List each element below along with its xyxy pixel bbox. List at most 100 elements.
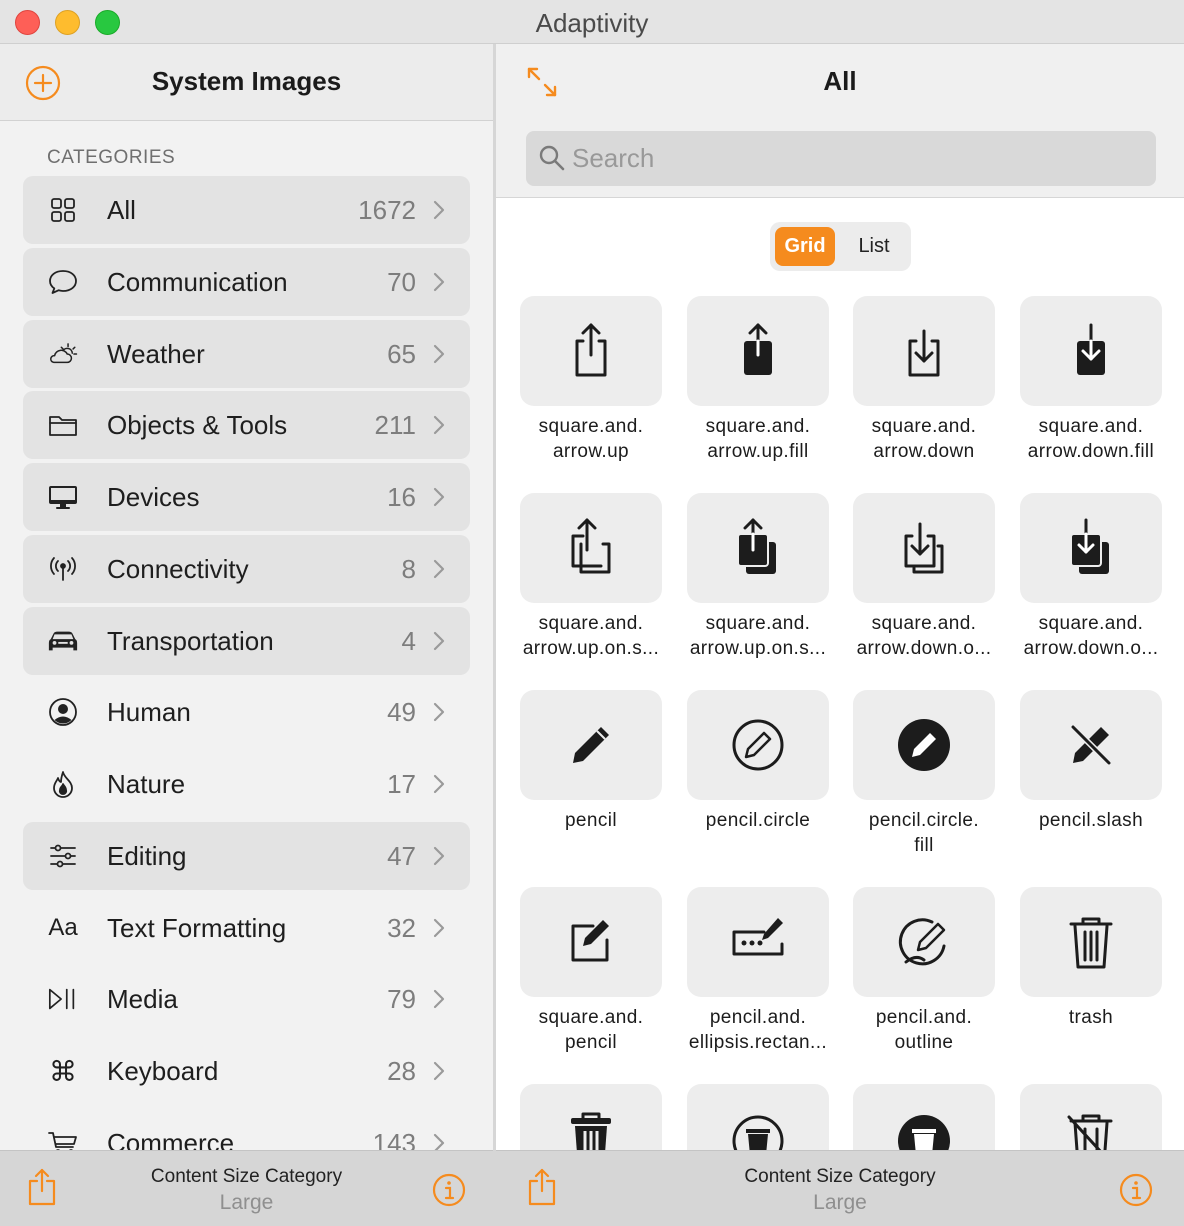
category-row[interactable]: Nature 17 bbox=[23, 750, 470, 818]
symbol-tile[interactable] bbox=[687, 690, 829, 800]
symbol-label: pencil bbox=[564, 810, 618, 831]
symbol-tile[interactable] bbox=[853, 296, 995, 406]
category-label: Text Formatting bbox=[107, 912, 287, 943]
symbol-cell[interactable]: pencil.slash bbox=[1020, 690, 1162, 833]
symbol-tile[interactable] bbox=[1020, 493, 1162, 603]
info-icon[interactable] bbox=[1119, 1173, 1153, 1207]
chevron-right-icon bbox=[433, 200, 445, 220]
category-row[interactable]: Devices 16 bbox=[23, 463, 470, 531]
symbol-cell[interactable]: trash bbox=[1020, 887, 1162, 1030]
symbol-cell[interactable]: square.and. arrow.up.on.s... bbox=[520, 493, 662, 661]
desktop-icon bbox=[47, 483, 79, 511]
symbol-cell[interactable]: pencil bbox=[520, 690, 662, 833]
chevron-right-icon bbox=[433, 344, 445, 363]
category-label: Objects & Tools bbox=[107, 410, 288, 441]
search-input[interactable] bbox=[572, 131, 1142, 186]
category-row[interactable]: Weather 65 bbox=[23, 319, 470, 388]
symbol-tile[interactable] bbox=[687, 887, 829, 997]
symbol-cell[interactable]: square.and. arrow.down.fill bbox=[1020, 296, 1162, 464]
square-arrow-down-on-square-icon bbox=[904, 522, 944, 574]
symbol-tile[interactable] bbox=[520, 887, 662, 997]
view-mode-segmented-control: Grid List bbox=[770, 222, 911, 271]
chevron-right-icon bbox=[433, 990, 445, 1009]
trash-slash-icon bbox=[1067, 1114, 1113, 1150]
category-row[interactable]: Editing 47 bbox=[23, 821, 470, 890]
symbol-cell[interactable]: square.and. arrow.up.fill bbox=[687, 296, 829, 464]
symbol-tile[interactable] bbox=[853, 493, 995, 603]
symbol-tile[interactable] bbox=[687, 1084, 829, 1150]
symbol-tile[interactable] bbox=[687, 296, 829, 406]
sidebar-footer: Content Size Category Large bbox=[0, 1150, 493, 1226]
symbol-cell[interactable]: pencil.and. ellipsis.rectan... bbox=[687, 887, 829, 1055]
pencil-ellipsis-rectangle-icon bbox=[732, 918, 784, 956]
symbol-tile[interactable] bbox=[1020, 1084, 1162, 1150]
category-row[interactable]: Objects & Tools 211 bbox=[23, 391, 470, 460]
message-bubble-icon bbox=[47, 268, 79, 296]
search-field[interactable] bbox=[526, 131, 1156, 186]
footer-title: Content Size Category bbox=[744, 1166, 936, 1187]
pencil-circle-fill-icon bbox=[898, 719, 950, 771]
square-arrow-up-on-square-fill-icon bbox=[737, 518, 776, 574]
symbol-tile[interactable] bbox=[1020, 887, 1162, 997]
symbol-cell[interactable]: square.and. arrow.down bbox=[853, 296, 995, 464]
play-pause-icon bbox=[47, 985, 79, 1013]
symbol-tile[interactable] bbox=[853, 887, 995, 997]
chevron-right-icon bbox=[433, 487, 445, 507]
category-row[interactable]: All 1672 bbox=[23, 176, 470, 244]
chevron-right-icon bbox=[433, 703, 445, 722]
category-row[interactable]: Aa Text Formatting 32 bbox=[23, 894, 470, 962]
category-row[interactable]: Connectivity 8 bbox=[23, 534, 470, 603]
pencil-slash-icon bbox=[1070, 724, 1112, 766]
symbol-cell[interactable] bbox=[853, 1084, 995, 1150]
category-row[interactable]: Transportation 4 bbox=[23, 606, 470, 675]
symbol-cell[interactable] bbox=[1020, 1084, 1162, 1150]
category-label: Transportation bbox=[107, 625, 274, 656]
symbol-cell[interactable]: square.and. arrow.up.on.s... bbox=[687, 493, 829, 661]
symbol-cell[interactable]: square.and. arrow.down.o... bbox=[1020, 493, 1162, 661]
sliders-icon bbox=[47, 842, 79, 870]
category-count: 49 bbox=[387, 697, 416, 728]
symbol-label: square.and. arrow.down.o... bbox=[856, 613, 992, 659]
symbol-cell[interactable]: pencil.circle. fill bbox=[853, 690, 995, 858]
category-label: Nature bbox=[107, 769, 186, 799]
magnifier-icon bbox=[539, 145, 565, 171]
symbol-tile[interactable] bbox=[1020, 296, 1162, 406]
pencil-outline-icon bbox=[898, 918, 946, 966]
symbol-cell[interactable] bbox=[520, 1084, 662, 1150]
category-label: Communication bbox=[107, 266, 288, 297]
grid-segment-button[interactable]: Grid bbox=[775, 227, 835, 266]
info-icon[interactable] bbox=[432, 1173, 466, 1207]
chevron-right-icon bbox=[433, 559, 445, 578]
symbol-tile[interactable] bbox=[520, 296, 662, 406]
symbol-tile[interactable] bbox=[520, 493, 662, 603]
symbol-label: square.and. arrow.down.fill bbox=[1027, 416, 1155, 462]
category-row[interactable]: ⌘ Keyboard 28 bbox=[23, 1037, 470, 1105]
symbol-label: pencil.slash bbox=[1038, 810, 1144, 831]
list-segment-button[interactable]: List bbox=[842, 227, 906, 266]
category-count: 17 bbox=[387, 769, 416, 799]
symbol-tile[interactable] bbox=[687, 493, 829, 603]
symbol-cell[interactable]: pencil.circle bbox=[687, 690, 829, 833]
symbol-tile[interactable] bbox=[853, 1084, 995, 1150]
category-count: 8 bbox=[401, 553, 416, 584]
antenna-icon bbox=[47, 555, 79, 583]
sidebar-title: System Images bbox=[151, 66, 342, 96]
symbol-cell[interactable]: pencil.and. outline bbox=[853, 887, 995, 1055]
grid-icon bbox=[47, 196, 79, 224]
symbol-cell[interactable]: square.and. arrow.down.o... bbox=[853, 493, 995, 661]
category-label: Devices bbox=[107, 482, 200, 512]
category-row[interactable]: Media 79 bbox=[23, 965, 470, 1033]
symbol-tile[interactable] bbox=[853, 690, 995, 800]
symbol-cell[interactable] bbox=[687, 1084, 829, 1150]
symbol-tile[interactable] bbox=[520, 1084, 662, 1150]
symbol-tile[interactable] bbox=[520, 690, 662, 800]
symbol-label: pencil.and. ellipsis.rectan... bbox=[688, 1007, 828, 1053]
symbol-label: square.and. arrow.down bbox=[871, 416, 977, 462]
category-row[interactable]: Communication 70 bbox=[23, 247, 470, 316]
category-label: Human bbox=[107, 697, 191, 728]
sidebar: System Images CATEGORIES All 1672 Communic… bbox=[0, 44, 493, 1226]
symbol-cell[interactable]: square.and. pencil bbox=[520, 887, 662, 1055]
category-row[interactable]: Human 49 bbox=[23, 678, 470, 746]
symbol-tile[interactable] bbox=[1020, 690, 1162, 800]
symbol-cell[interactable]: square.and. arrow.up bbox=[520, 296, 662, 464]
